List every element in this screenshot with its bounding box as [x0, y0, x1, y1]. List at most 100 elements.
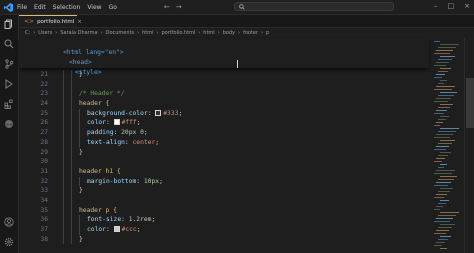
color-swatch-icon[interactable]	[113, 119, 120, 126]
tab-portfolio-html[interactable]: <> portfolio.html ×	[19, 15, 82, 27]
minimap-line	[436, 146, 449, 147]
indent-guide	[71, 137, 72, 148]
extensions-icon[interactable]	[4, 99, 14, 109]
menu-file[interactable]: File	[17, 4, 27, 11]
minimap-line	[440, 212, 459, 213]
search-icon	[239, 3, 245, 10]
close-tab-icon[interactable]: ×	[77, 19, 82, 25]
breadcrumb-item[interactable]: html	[142, 30, 153, 36]
code-line[interactable]: 27 padding: 20px 0;	[19, 128, 432, 138]
code-line[interactable]: 33}	[19, 186, 432, 196]
remote-icon[interactable]: ><	[4, 119, 14, 129]
breadcrumb-item[interactable]: Users	[38, 30, 52, 36]
menu-go[interactable]: Go	[109, 4, 117, 11]
search-icon[interactable]	[4, 39, 14, 49]
breadcrumb-item[interactable]: p	[266, 30, 269, 36]
sticky-scroll[interactable]: <html lang="en"> <head> <style>	[19, 38, 429, 76]
breadcrumb-item[interactable]: body	[223, 30, 235, 36]
code-line[interactable]: 29}	[19, 147, 432, 158]
minimize-icon[interactable]: –	[434, 2, 438, 10]
sticky-line[interactable]: <style>	[19, 58, 429, 76]
back-arrow-icon[interactable]: ←	[164, 3, 170, 11]
minimap-line	[436, 86, 455, 87]
code-line[interactable]: 34	[19, 195, 432, 206]
maximize-icon[interactable]: □	[448, 2, 455, 10]
code-text: header p {	[79, 206, 117, 214]
source-control-icon[interactable]	[4, 59, 14, 69]
code-line[interactable]: 23 /* Header */	[19, 89, 432, 100]
minimap-line	[436, 134, 453, 135]
vertical-scrollbar[interactable]	[464, 38, 474, 253]
minimap-line	[440, 80, 447, 81]
indent-guide	[63, 108, 64, 119]
color-swatch-icon[interactable]	[113, 226, 120, 232]
close-window-icon[interactable]: ×	[464, 2, 470, 10]
indent-guide	[79, 176, 80, 187]
minimap-line	[436, 50, 453, 51]
code-line[interactable]: 28 text-align: center;	[19, 137, 432, 148]
breadcrumb-item[interactable]: html	[203, 30, 214, 36]
menu-selection[interactable]: Selection	[53, 4, 81, 11]
code-line[interactable]: 24 header {	[19, 99, 432, 109]
sticky-line[interactable]: <html lang="en">	[19, 38, 429, 56]
code-line[interactable]: 36 font-size: 1.2rem;	[19, 215, 432, 225]
code-text: header {	[79, 100, 110, 108]
run-debug-icon[interactable]	[4, 79, 14, 89]
minimap-line	[438, 107, 450, 108]
forward-arrow-icon[interactable]: →	[176, 3, 182, 11]
line-number: 32	[40, 177, 48, 185]
indent-guide	[63, 195, 64, 206]
code-line[interactable]: 32 margin-bottom: 10px;	[19, 176, 432, 187]
settings-icon[interactable]	[4, 237, 14, 247]
indent-guide	[71, 157, 72, 167]
minimap-line	[438, 71, 448, 72]
command-center-search[interactable]	[234, 2, 394, 11]
breadcrumb-item[interactable]: C:	[25, 30, 30, 36]
indent-guide	[63, 166, 64, 177]
code-line[interactable]: 31 header h1 {	[19, 166, 432, 177]
indent-guide	[63, 79, 64, 90]
line-number: 36	[40, 216, 48, 224]
breadcrumb: C: › Users › Sarala Dharma › Documents › htm…	[25, 29, 270, 36]
minimap-line	[436, 218, 453, 219]
code-editor[interactable]: 21} 22 23/* Header */24 header {25 backgroun…	[19, 70, 432, 253]
code-line[interactable]: 35 header p {	[19, 205, 432, 216]
minimap-line	[436, 242, 445, 243]
code-line[interactable]: 25 background-color: #333;	[19, 108, 432, 119]
vscode-logo-icon	[3, 2, 13, 12]
minimap-line	[440, 116, 449, 117]
minimap-line	[438, 215, 456, 216]
scrollbar-thumb[interactable]	[466, 78, 474, 128]
minimap-line	[434, 209, 440, 210]
minimap-line	[434, 137, 450, 138]
code-text: background-color: #333;	[87, 109, 183, 117]
breadcrumb-item[interactable]: portfolio.html	[162, 30, 196, 36]
indent-guide	[71, 186, 72, 196]
line-number: 23	[40, 90, 48, 98]
breadcrumb-item[interactable]: footer	[243, 30, 258, 36]
indent-guide	[63, 215, 64, 225]
account-icon[interactable]	[4, 217, 14, 227]
code-line[interactable]: 26 color: #fff;	[19, 118, 432, 129]
minimap-line	[438, 155, 448, 156]
line-number: 37	[40, 226, 48, 233]
breadcrumb-item[interactable]: Documents	[106, 30, 135, 36]
sticky-line[interactable]: <head>	[19, 48, 429, 66]
indent-guide	[63, 176, 64, 187]
minimap-line	[438, 239, 448, 240]
indent-guide	[71, 147, 72, 158]
color-swatch-icon[interactable]	[155, 109, 162, 116]
menu-edit[interactable]: Edit	[34, 4, 46, 11]
code-line[interactable]: 22	[19, 79, 432, 90]
editor-tab-bar: <> portfolio.html ×	[19, 15, 474, 28]
minimap-line	[438, 83, 444, 84]
code-line[interactable]: 30	[19, 157, 432, 167]
minimap[interactable]	[432, 38, 462, 253]
code-line[interactable]: 38}	[19, 234, 432, 245]
indent-guide	[71, 128, 72, 138]
menu-view[interactable]: View	[87, 4, 101, 11]
minimap-line	[438, 143, 452, 144]
breadcrumb-item[interactable]: Sarala Dharma	[60, 30, 97, 36]
code-line[interactable]: 37 color: #ccc;	[19, 225, 432, 235]
explorer-icon[interactable]	[4, 19, 14, 29]
